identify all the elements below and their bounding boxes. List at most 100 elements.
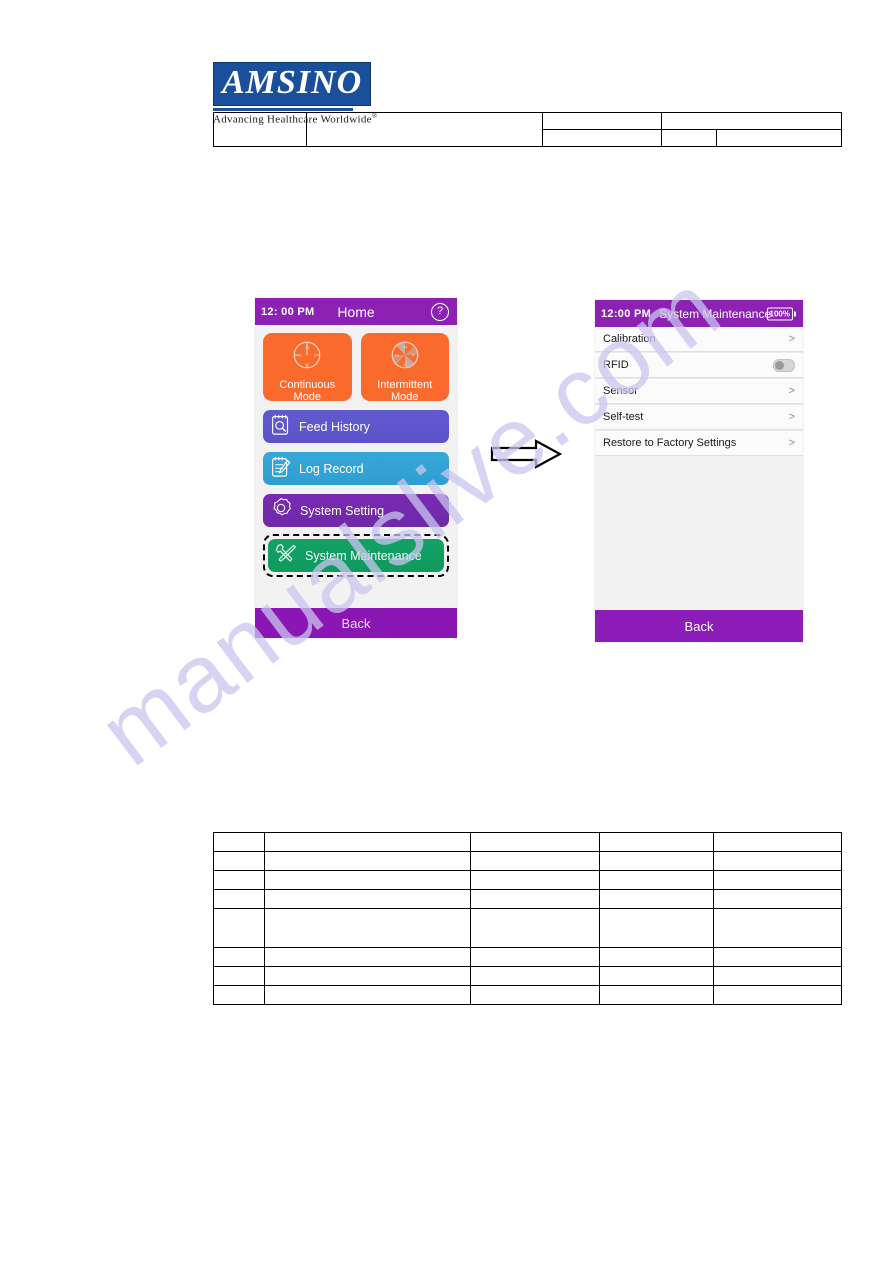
system-maintenance-button[interactable]: System Maintenance	[268, 539, 444, 572]
maintenance-back-label: Back	[684, 618, 714, 634]
page-title: Home	[337, 303, 375, 320]
table-row	[213, 870, 842, 890]
table-cell	[713, 870, 842, 890]
battery-icon: 100%	[766, 307, 796, 320]
table-cell	[213, 908, 265, 948]
logo-wordmark: AMSINO	[222, 64, 363, 101]
system-maintenance-screen: 12:00 PM System Maintenance 100% Calibra…	[595, 300, 803, 642]
table-row	[213, 112, 842, 147]
chevron-right-icon: >	[788, 411, 795, 423]
chevron-right-icon: >	[788, 333, 795, 345]
list-item-calibration[interactable]: Calibration >	[595, 327, 803, 352]
table-cell	[542, 112, 662, 130]
table-cell	[713, 985, 842, 1005]
table-cell	[599, 947, 714, 967]
table-cell	[213, 966, 265, 986]
chevron-right-icon: >	[788, 437, 795, 449]
intermittent-mode-button[interactable]: 24 12 18 6 Intermittent Mode	[360, 333, 449, 403]
table-cell	[713, 832, 842, 852]
table-row	[213, 947, 842, 967]
footer-table	[213, 832, 842, 1005]
svg-text:12: 12	[305, 363, 309, 367]
wrench-screwdriver-icon	[275, 542, 297, 569]
list-item-label: RFID	[603, 359, 629, 371]
status-time: 12:00 PM	[601, 307, 652, 320]
table-cell	[542, 129, 662, 147]
table-cell	[716, 129, 842, 147]
table-cell	[470, 966, 600, 986]
table-cell	[599, 985, 714, 1005]
table-cell	[470, 985, 600, 1005]
table-cell	[599, 889, 714, 909]
list-item-restore-factory-settings[interactable]: Restore to Factory Settings >	[595, 431, 803, 456]
table-cell	[470, 908, 600, 948]
table-cell	[213, 870, 265, 890]
page-title: System Maintenance	[659, 306, 772, 321]
battery-percent-label: 100%	[766, 307, 793, 320]
clock-icon: 24 12 18 6	[290, 338, 324, 377]
table-cell	[661, 129, 717, 147]
table-cell	[213, 889, 265, 909]
home-screen: 12: 00 PM Home ? 24 12 18 6 Continuous M…	[255, 298, 457, 638]
list-item-sensor[interactable]: Sensor >	[595, 379, 803, 404]
svg-text:12: 12	[403, 363, 407, 367]
svg-text:24: 24	[305, 346, 310, 350]
rfid-toggle[interactable]	[773, 358, 795, 372]
table-cell	[713, 966, 842, 986]
table-cell	[264, 966, 471, 986]
feed-history-button[interactable]: Feed History	[263, 410, 449, 443]
table-cell	[306, 112, 543, 147]
table-cell	[470, 947, 600, 967]
list-item-label: Sensor	[603, 385, 638, 397]
table-cell	[713, 947, 842, 967]
table-cell	[599, 966, 714, 986]
table-cell	[213, 832, 265, 852]
toggle-knob	[775, 360, 784, 370]
home-back-button[interactable]: Back	[255, 608, 457, 638]
continuous-mode-button[interactable]: 24 12 18 6 Continuous Mode	[263, 333, 352, 403]
logo-underline	[213, 108, 353, 111]
table-cell	[470, 832, 600, 852]
svg-text:6: 6	[314, 354, 316, 358]
right-arrow-icon	[490, 438, 563, 475]
mode-label-line2: Mode	[293, 391, 322, 403]
table-cell	[264, 832, 471, 852]
maintenance-back-button[interactable]: Back	[595, 610, 803, 642]
svg-text:18: 18	[395, 354, 399, 358]
help-icon[interactable]: ?	[431, 302, 449, 321]
table-cell	[264, 889, 471, 909]
system-setting-button[interactable]: System Setting	[263, 494, 449, 527]
log-record-label: Log Record	[299, 461, 364, 476]
table-cell	[470, 851, 600, 871]
list-item-label: Self-test	[603, 411, 644, 423]
home-body: 24 12 18 6 Continuous Mode 24 12 18 6 In…	[255, 325, 457, 577]
table-cell	[264, 870, 471, 890]
log-record-button[interactable]: Log Record	[263, 452, 449, 485]
gear-icon	[270, 497, 292, 524]
table-cell	[213, 947, 265, 967]
table-row	[213, 966, 842, 986]
mode-button-row: 24 12 18 6 Continuous Mode 24 12 18 6 In…	[263, 333, 449, 403]
table-cell	[599, 832, 714, 852]
table-row	[213, 832, 842, 852]
battery-cap	[794, 311, 796, 316]
logo-badge: AMSINO	[213, 62, 372, 106]
table-row	[213, 851, 842, 871]
table-cell	[713, 851, 842, 871]
notepad-search-icon	[270, 413, 291, 441]
home-status-bar: 12: 00 PM Home ?	[255, 298, 457, 325]
list-item-label: Restore to Factory Settings	[603, 437, 737, 449]
notepad-pencil-icon	[270, 455, 291, 483]
list-item-self-test[interactable]: Self-test >	[595, 405, 803, 430]
table-cell	[713, 889, 842, 909]
maintenance-status-bar: 12:00 PM System Maintenance 100%	[595, 300, 803, 327]
system-setting-label: System Setting	[300, 503, 385, 518]
svg-text:24: 24	[403, 346, 408, 350]
table-cell	[213, 851, 265, 871]
table-cell	[264, 947, 471, 967]
chevron-right-icon: >	[788, 385, 795, 397]
list-item-rfid[interactable]: RFID	[595, 353, 803, 378]
mode-label-line1: Intermittent	[377, 379, 433, 391]
table-cell	[713, 908, 842, 948]
table-cell	[264, 908, 471, 948]
